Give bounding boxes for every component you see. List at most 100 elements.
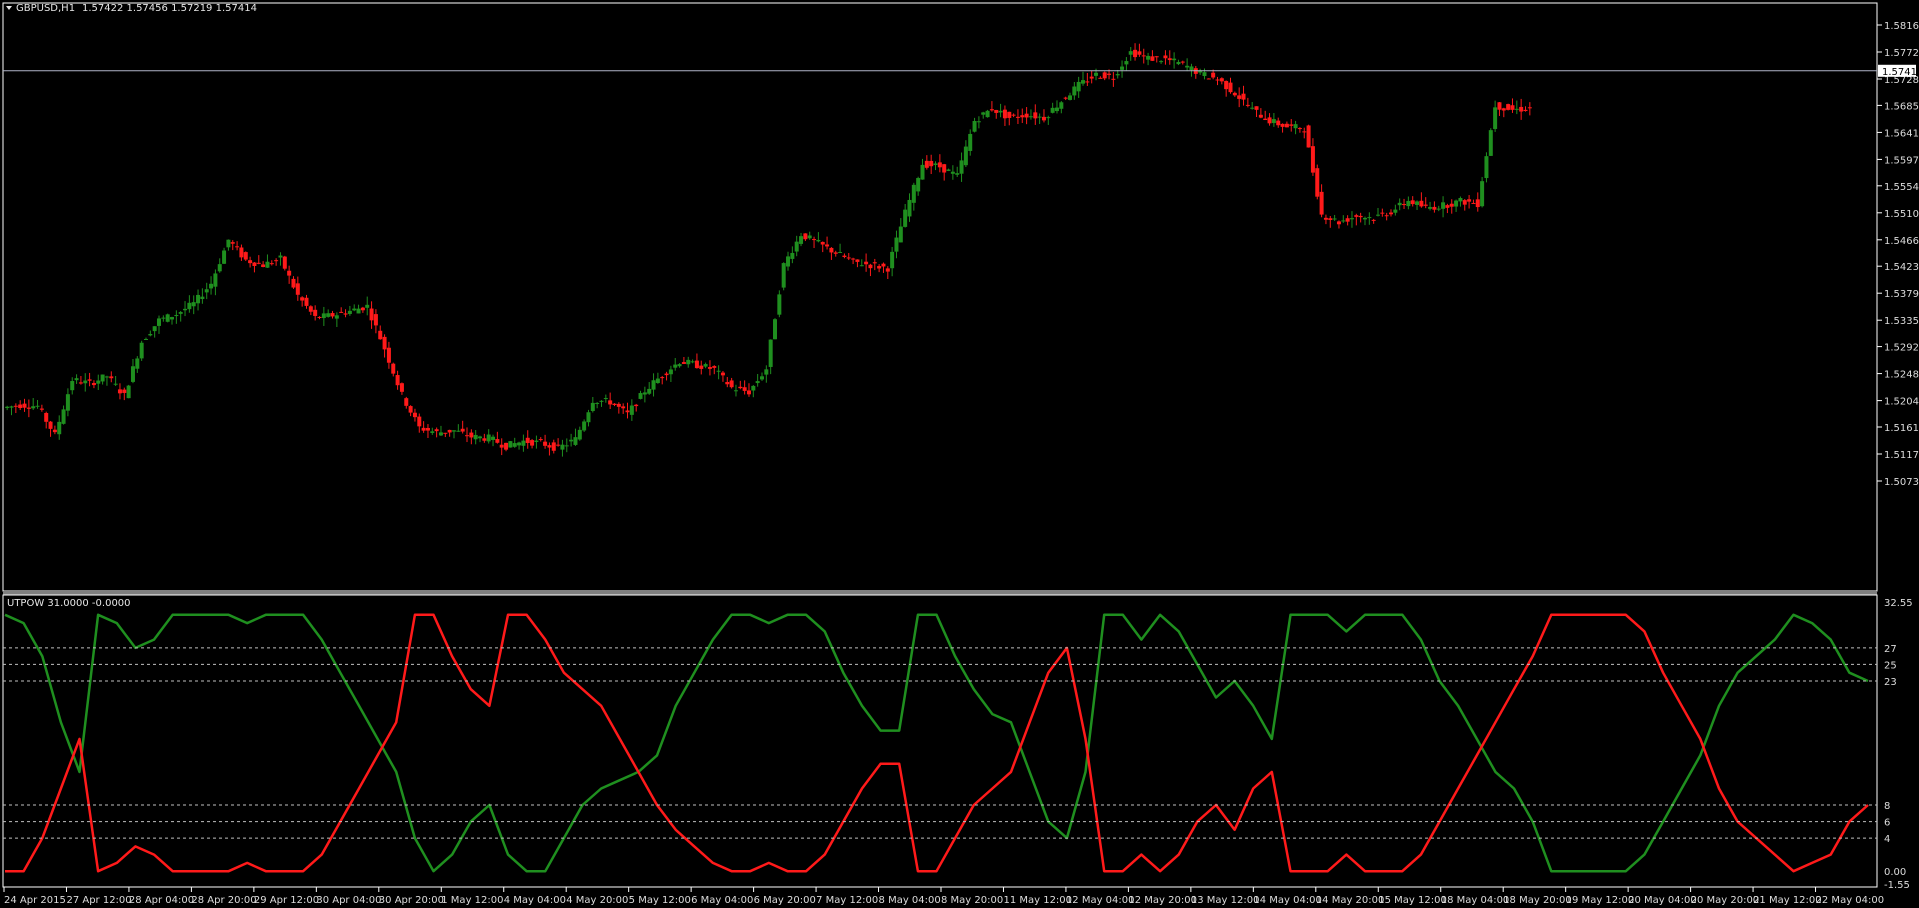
candle-body xyxy=(425,427,430,431)
price-tick-label: 1.52480 xyxy=(1884,370,1919,381)
candle-body xyxy=(434,429,439,432)
candle-body xyxy=(968,133,973,151)
candle-body xyxy=(469,432,474,438)
candle-body xyxy=(399,383,404,392)
time-tick-label: 24 Apr 2015 xyxy=(4,895,66,906)
time-tick-label: 29 Apr 12:00 xyxy=(254,895,319,906)
candle-body xyxy=(65,394,70,411)
candle-body xyxy=(1146,55,1151,60)
candle-body xyxy=(352,308,357,311)
candle-body xyxy=(1341,220,1346,222)
candle-body xyxy=(1154,56,1159,58)
candle-body xyxy=(1284,123,1289,128)
indicator-line xyxy=(4,613,1869,873)
candle-body xyxy=(430,431,435,433)
candle-body xyxy=(1215,79,1220,81)
candle-body xyxy=(330,313,335,317)
candle-body xyxy=(130,366,135,382)
candle-body xyxy=(1081,80,1086,84)
chevron-down-icon[interactable] xyxy=(6,6,12,10)
indicator-label: UTPOW 31.0000 -0.0000 xyxy=(7,598,131,609)
price-tick-label: 1.53350 xyxy=(1884,316,1919,327)
candle-body xyxy=(1501,108,1506,111)
time-tick-label: 8 May 20:00 xyxy=(941,895,1003,906)
time-tick-label: 14 May 20:00 xyxy=(1316,895,1385,906)
candle-body xyxy=(829,247,834,253)
candle-body xyxy=(851,258,856,260)
candle-body xyxy=(408,406,413,413)
candle-body xyxy=(673,364,678,368)
candle-body xyxy=(209,283,214,289)
candle-body xyxy=(833,252,838,254)
candle-body xyxy=(560,444,565,450)
indicator-tick-label: 27 xyxy=(1884,644,1897,655)
candle-body xyxy=(1254,106,1259,110)
candle-body xyxy=(170,317,175,320)
candle-body xyxy=(1046,117,1051,119)
time-tick-label: 6 May 20:00 xyxy=(754,895,816,906)
price-tick-label: 1.51170 xyxy=(1884,450,1919,461)
indicator-tick-label: 23 xyxy=(1884,677,1897,688)
candle-body xyxy=(1037,116,1042,118)
candle-body xyxy=(148,333,153,336)
candle-body xyxy=(621,406,626,409)
candle-body xyxy=(746,390,751,395)
candle-body xyxy=(1375,214,1380,216)
candle-body xyxy=(1258,114,1263,118)
candle-body xyxy=(959,160,964,174)
candle-body xyxy=(937,162,942,168)
candle-body xyxy=(39,408,44,410)
candle-body xyxy=(543,441,548,446)
candle-body xyxy=(1271,119,1276,124)
candle-body xyxy=(781,263,786,288)
price-tick-label: 1.55540 xyxy=(1884,182,1919,193)
price-panel-border xyxy=(2,2,1878,592)
candle-body xyxy=(1245,104,1250,106)
candle-body xyxy=(634,404,639,407)
candle-body xyxy=(963,146,968,166)
price-tick-label: 1.51610 xyxy=(1884,423,1919,434)
indicator-series xyxy=(4,613,1869,873)
candle-body xyxy=(859,265,864,267)
candle-body xyxy=(265,261,270,268)
indicator-tick-label: -1.55 xyxy=(1884,880,1910,891)
symbol-label: GBPUSD,H1 xyxy=(16,3,75,14)
candle-body xyxy=(1458,198,1463,202)
candle-body xyxy=(52,429,57,433)
candle-body xyxy=(109,376,114,379)
candle-body xyxy=(1067,95,1072,100)
price-series xyxy=(5,43,1532,457)
candle-body xyxy=(820,241,825,245)
candle-body xyxy=(1011,114,1016,116)
candle-body xyxy=(1415,201,1420,205)
candle-body xyxy=(677,364,682,367)
candle-body xyxy=(139,342,144,359)
candle-body xyxy=(1289,124,1294,126)
time-tick-label: 18 May 04:00 xyxy=(1441,895,1510,906)
candle-body xyxy=(35,405,40,407)
candle-body xyxy=(764,369,769,375)
candle-body xyxy=(360,307,365,311)
candle-body xyxy=(1137,51,1142,55)
candle-body xyxy=(382,336,387,350)
candle-body xyxy=(117,389,122,394)
current-price-label: 1.57414 xyxy=(1882,67,1919,78)
price-tick-label: 1.50730 xyxy=(1884,477,1919,488)
candle-body xyxy=(339,311,344,313)
panel-splitter[interactable] xyxy=(3,591,1877,595)
candle-body xyxy=(1180,61,1185,63)
time-tick-label: 27 Apr 12:00 xyxy=(66,895,131,906)
candle-body xyxy=(1310,146,1315,173)
candle-body xyxy=(694,360,699,369)
candle-body xyxy=(143,338,148,340)
candle-body xyxy=(1102,72,1107,79)
candle-body xyxy=(768,339,773,367)
candle-body xyxy=(599,400,604,402)
candle-body xyxy=(1120,66,1125,70)
chart-canvas[interactable]: 1.581601.577201.572801.568501.564101.559… xyxy=(0,0,1919,908)
candle-body xyxy=(1454,200,1459,207)
candle-body xyxy=(61,409,66,424)
candle-body xyxy=(1510,105,1515,110)
candle-body xyxy=(126,385,131,399)
candle-body xyxy=(91,383,96,386)
